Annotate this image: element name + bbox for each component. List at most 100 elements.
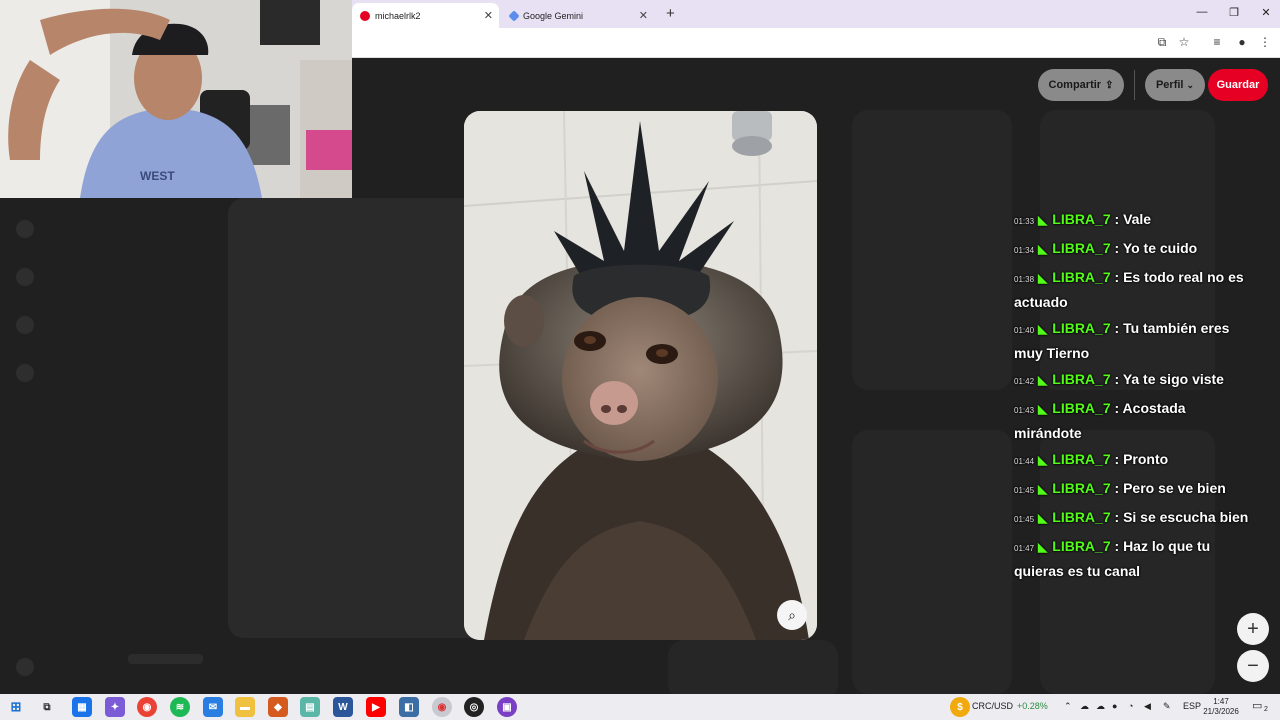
- window-close-icon[interactable]: ✕: [1258, 6, 1274, 19]
- chat-username[interactable]: LIBRA_7: [1052, 211, 1110, 227]
- system-clock[interactable]: 1:47 21/3/2026: [1203, 697, 1239, 717]
- kick-badge-icon: ◣: [1038, 242, 1048, 256]
- save-button[interactable]: Guardar: [1208, 69, 1268, 101]
- share-icon: ⇪: [1105, 79, 1114, 91]
- cloud-tray-icon[interactable]: ☁: [1096, 701, 1105, 712]
- obs-icon[interactable]: ◎: [464, 697, 484, 717]
- kick-badge-icon: ◣: [1038, 213, 1048, 227]
- language-indicator[interactable]: ESP: [1183, 701, 1201, 711]
- calendar-app-icon[interactable]: ▦: [72, 697, 92, 717]
- chat-timestamp: 01:43: [1014, 406, 1035, 415]
- kick-badge-icon: ◣: [1038, 482, 1048, 496]
- chat-username[interactable]: LIBRA_7: [1052, 240, 1110, 256]
- visual-search-icon[interactable]: ⌕: [777, 600, 807, 630]
- stream-chat: 01:33 ◣ LIBRA_7 : Vale 01:34 ◣ LIBRA_7 : Yo t…: [1014, 208, 1250, 586]
- chat-text: : Ya te sigo viste: [1114, 371, 1224, 387]
- browser-tab-bar: michaelrlk2 ✕ Google Gemini ✕ + — ❐ ✕: [352, 0, 1280, 28]
- chat-text: : Yo te cuido: [1114, 240, 1198, 256]
- microphone-icon[interactable]: ●: [1112, 701, 1117, 711]
- bookmark-star-icon[interactable]: ☆: [1176, 35, 1192, 49]
- profile-button[interactable]: Perfil ⌄: [1145, 69, 1205, 101]
- chat-message: 01:33 ◣ LIBRA_7 : Vale: [1014, 208, 1250, 233]
- notepad-icon[interactable]: ▤: [300, 697, 320, 717]
- help-icon[interactable]: [16, 658, 34, 676]
- monkey-photo: [464, 111, 817, 640]
- zoom-out-button[interactable]: −: [1237, 650, 1269, 682]
- chat-timestamp: 01:38: [1014, 275, 1035, 284]
- nav-icon[interactable]: [16, 220, 34, 238]
- nav-icon[interactable]: [16, 316, 34, 334]
- chat-timestamp: 01:45: [1014, 486, 1035, 495]
- kick-badge-icon: ◣: [1038, 322, 1048, 336]
- install-icon[interactable]: ⧉: [1154, 35, 1170, 50]
- pen-icon[interactable]: ✎: [1163, 701, 1171, 712]
- related-pin[interactable]: [852, 430, 1012, 694]
- header-divider: [1134, 70, 1135, 100]
- chat-text: : Vale: [1114, 211, 1152, 227]
- webcam-feed: WEST: [0, 0, 352, 198]
- kick-badge-icon: ◣: [1038, 402, 1048, 416]
- volume-icon[interactable]: ◀: [1144, 701, 1151, 712]
- spotify-icon[interactable]: ≋: [170, 697, 190, 717]
- app-icon[interactable]: ◧: [399, 697, 419, 717]
- windows-taskbar: ⊞ ⧉ ▦ ✦ ◉ ≋ ✉ ▬ ◆ ▤ W ▶ ◧ ◉ ◎ ▣ $ CRC/US…: [0, 694, 1280, 720]
- windows-start-icon[interactable]: ⊞: [6, 697, 26, 717]
- file-explorer-icon[interactable]: ▬: [235, 697, 255, 717]
- ticker-label: CRC/USD: [972, 701, 1014, 711]
- restore-icon[interactable]: ❐: [1226, 6, 1242, 19]
- chat-text: : Pero se ve bien: [1114, 480, 1226, 496]
- nav-icon[interactable]: [16, 364, 34, 382]
- related-pin[interactable]: [852, 110, 1012, 390]
- close-icon[interactable]: ✕: [639, 9, 648, 22]
- media-icon[interactable]: ≡: [1209, 35, 1225, 49]
- tab-michaelrlk2[interactable]: michaelrlk2 ✕: [352, 3, 499, 28]
- chrome-active-icon[interactable]: ◉: [432, 697, 452, 717]
- menu-dots-icon[interactable]: ⋮: [1257, 35, 1273, 49]
- chevron-up-icon[interactable]: ⌃: [1064, 701, 1072, 712]
- chat-text: : Si se escucha bien: [1114, 509, 1249, 525]
- notification-icon[interactable]: ▭: [1252, 699, 1262, 712]
- chat-username[interactable]: LIBRA_7: [1052, 320, 1110, 336]
- tab-google-gemini[interactable]: Google Gemini ✕: [502, 3, 654, 28]
- chat-username[interactable]: LIBRA_7: [1052, 538, 1110, 554]
- screen: Compartir ⇪ Perfil ⌄ Guardar ⌕ + − micha…: [0, 0, 1280, 720]
- profile-avatar-icon[interactable]: ●: [1234, 35, 1250, 49]
- chat-username[interactable]: LIBRA_7: [1052, 400, 1110, 416]
- chrome-icon[interactable]: ◉: [137, 697, 157, 717]
- twitch-icon[interactable]: ▣: [497, 697, 517, 717]
- share-label: Compartir: [1048, 79, 1102, 91]
- chat-username[interactable]: LIBRA_7: [1052, 509, 1110, 525]
- clock-time: 1:47: [1213, 697, 1229, 706]
- wifi-icon[interactable]: ◔: [1128, 701, 1133, 711]
- address-bar[interactable]: [352, 28, 1280, 58]
- chat-timestamp: 01:40: [1014, 326, 1035, 335]
- ticker-change: +0.28%: [1017, 701, 1048, 711]
- share-button[interactable]: Compartir ⇪: [1038, 69, 1124, 101]
- new-tab-button[interactable]: +: [666, 5, 675, 22]
- chat-message: 01:43 ◣ LIBRA_7 : Acostada mirándote: [1014, 397, 1250, 444]
- chat-message: 01:44 ◣ LIBRA_7 : Pronto: [1014, 448, 1250, 473]
- pin-image[interactable]: [464, 111, 817, 640]
- close-icon[interactable]: ✕: [484, 9, 493, 22]
- mail-icon[interactable]: ✉: [203, 697, 223, 717]
- zoom-in-button[interactable]: +: [1237, 613, 1269, 645]
- chat-message: 01:34 ◣ LIBRA_7 : Yo te cuido: [1014, 237, 1250, 262]
- tab-title: Google Gemini: [523, 10, 584, 21]
- nav-icon[interactable]: [16, 268, 34, 286]
- minimize-icon[interactable]: —: [1194, 6, 1210, 18]
- chat-username[interactable]: LIBRA_7: [1052, 269, 1110, 285]
- chat-timestamp: 01:34: [1014, 246, 1035, 255]
- chat-username[interactable]: LIBRA_7: [1052, 480, 1110, 496]
- chat-username[interactable]: LIBRA_7: [1052, 371, 1110, 387]
- copilot-icon[interactable]: ✦: [105, 697, 125, 717]
- kick-badge-icon: ◣: [1038, 373, 1048, 387]
- youtube-icon[interactable]: ▶: [366, 697, 386, 717]
- related-pin[interactable]: [668, 640, 838, 700]
- word-icon[interactable]: W: [333, 697, 353, 717]
- chat-message: 01:47 ◣ LIBRA_7 : Haz lo que tu quieras es…: [1014, 535, 1250, 582]
- network-tray-icon[interactable]: ☁: [1080, 701, 1089, 712]
- brave-icon[interactable]: ◆: [268, 697, 288, 717]
- task-view-icon[interactable]: ⧉: [37, 697, 57, 717]
- chat-username[interactable]: LIBRA_7: [1052, 451, 1110, 467]
- kick-badge-icon: ◣: [1038, 511, 1048, 525]
